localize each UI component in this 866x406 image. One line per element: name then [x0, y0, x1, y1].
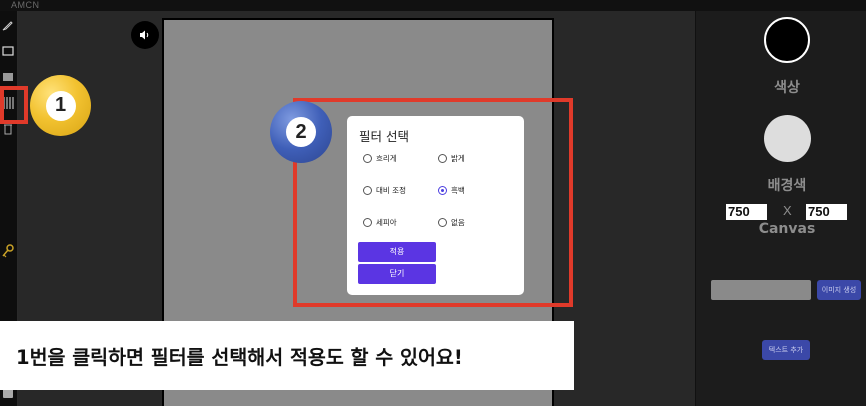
image-create-button[interactable]: 이미지 생성 [817, 280, 861, 300]
speaker-icon [140, 30, 149, 40]
canvas-label: Canvas [758, 221, 816, 237]
background-color-swatch[interactable] [764, 115, 811, 162]
color-swatch[interactable] [764, 17, 810, 63]
app-root: AMCN 색상 배경색 750 X 750 Canvas 이미지 생성 텍스트 … [0, 0, 866, 406]
badge-1-label: 1 [45, 90, 76, 121]
top-bar: AMCN [0, 0, 866, 11]
speaker-button[interactable] [131, 21, 159, 49]
color-label: 색상 [774, 80, 800, 96]
badge-2-label: 2 [286, 117, 316, 147]
step-badge-1: 1 [30, 75, 91, 136]
step-badge-2: 2 [270, 101, 332, 163]
caption-box: 1번을 클릭하면 필터를 선택해서 적용도 할 수 있어요! [0, 321, 574, 390]
caption-text: 1번을 클릭하면 필터를 선택해서 적용도 할 수 있어요! [16, 346, 463, 369]
size-separator: X [783, 203, 792, 218]
brand-logo: AMCN [11, 0, 40, 10]
canvas-height-input[interactable]: 750 [806, 204, 847, 220]
highlight-box-2 [293, 98, 573, 307]
rectangle-icon[interactable] [0, 43, 16, 59]
background-color-label: 배경색 [767, 178, 807, 194]
canvas-width-input[interactable]: 750 [726, 204, 767, 220]
pencil-icon[interactable] [0, 17, 16, 33]
add-text-button[interactable]: 텍스트 추가 [762, 340, 810, 360]
image-url-input[interactable] [711, 280, 811, 300]
fill-icon[interactable] [0, 69, 16, 85]
key-icon[interactable] [0, 243, 16, 259]
highlight-box-1 [0, 86, 28, 124]
